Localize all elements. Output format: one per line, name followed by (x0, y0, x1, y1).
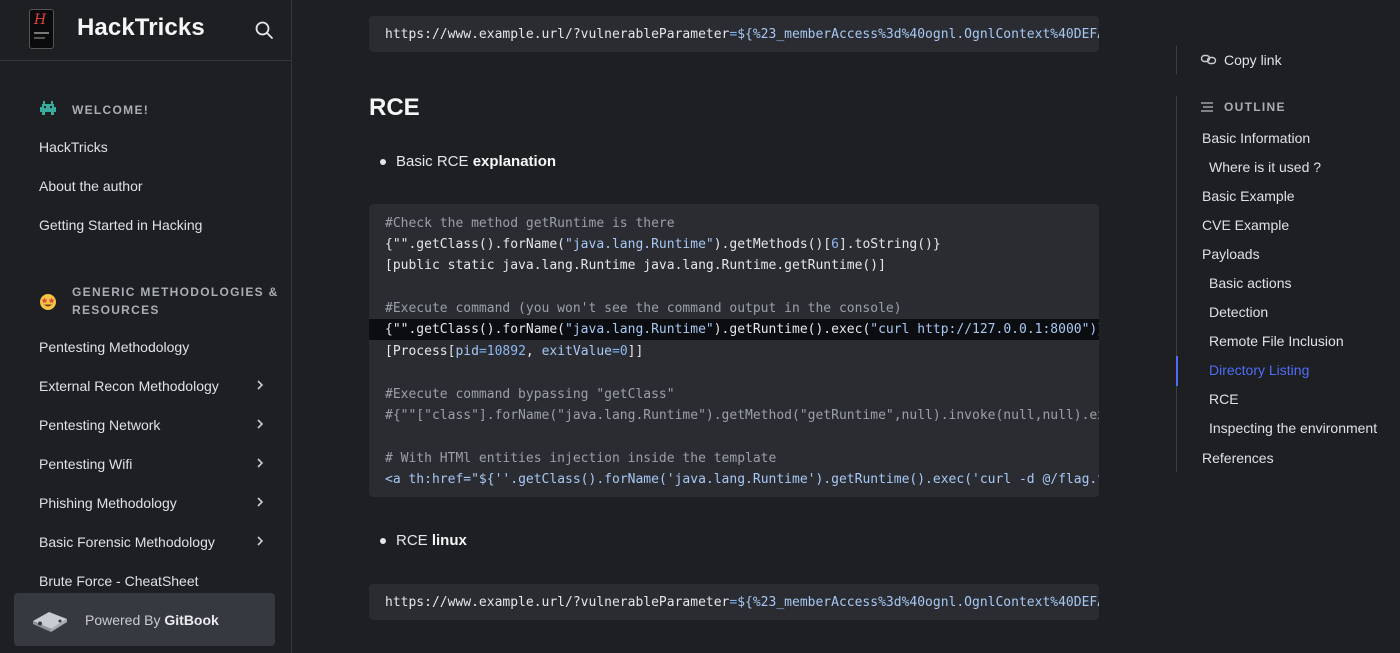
code-comment: #Execute command bypassing "getClass" (385, 387, 675, 402)
sidebar-item-pentesting-wifi[interactable]: Pentesting Wifi (39, 455, 271, 473)
outline-item-cve-example[interactable]: CVE Example (1202, 217, 1289, 233)
chevron-right-icon[interactable] (255, 378, 265, 392)
chevron-right-icon[interactable] (255, 495, 265, 509)
sidebar-item-label: Phishing Methodology (39, 495, 177, 511)
bullet-basic-rce: Basic RCE explanation (380, 153, 556, 170)
code-block-bottom[interactable]: https://www.example.url/?vulnerableParam… (369, 584, 1099, 620)
code-comment: #{""["class"].forName("java.lang.Runtime… (385, 408, 1099, 423)
code-line: {"".getClass().forName("java.lang.Runtim… (385, 237, 941, 252)
sidebar-item-label: Pentesting Wifi (39, 456, 133, 472)
outline-item-where-is-it-used[interactable]: Where is it used ? (1209, 159, 1321, 175)
brand-header: H HackTricks (0, 0, 291, 61)
sidebar-item-label: Brute Force - CheatSheet (39, 573, 199, 589)
sidebar-item-about-the-author[interactable]: About the author (39, 177, 271, 195)
outline-item-basic-information[interactable]: Basic Information (1202, 130, 1310, 146)
sidebar-item-basic-forensic[interactable]: Basic Forensic Methodology (39, 533, 271, 551)
chevron-right-icon[interactable] (255, 534, 265, 548)
link-icon (1200, 51, 1217, 71)
code-block-rce[interactable]: #Check the method getRuntime is there {"… (369, 204, 1099, 497)
site-logo-icon[interactable]: H (29, 9, 54, 49)
outline-track (1176, 96, 1177, 472)
code-line: https://www.example.url/?vulnerableParam… (385, 595, 1099, 610)
gitbook-icon (31, 607, 69, 638)
chevron-right-icon[interactable] (255, 417, 265, 431)
outline-item-basic-example[interactable]: Basic Example (1202, 188, 1295, 204)
outline-item-basic-actions[interactable]: Basic actions (1209, 275, 1291, 291)
list-icon (1200, 101, 1214, 116)
sidebar-item-pentesting-network[interactable]: Pentesting Network (39, 416, 271, 434)
alien-monster-icon (39, 101, 57, 122)
outline-item-directory-listing[interactable]: Directory Listing (1209, 362, 1309, 378)
outline-item-inspecting-the-environment[interactable]: Inspecting the environment (1209, 420, 1377, 436)
code-block-top[interactable]: https://www.example.url/?vulnerableParam… (369, 16, 1099, 52)
code-line: https://www.example.url/?vulnerableParam… (385, 27, 1099, 42)
sidebar-item-phishing-methodology[interactable]: Phishing Methodology (39, 494, 271, 512)
search-icon[interactable] (253, 19, 275, 41)
code-line: <a th:href="${''.getClass().forName('jav… (385, 472, 1099, 487)
outline-active-indicator (1176, 356, 1178, 386)
sidebar-item-label: Pentesting Network (39, 417, 161, 433)
outline-item-remote-file-inclusion[interactable]: Remote File Inclusion (1209, 333, 1344, 349)
code-comment: #Execute command (you won't see the comm… (385, 301, 902, 316)
powered-by-brand: GitBook (164, 612, 219, 628)
sidebar-item-label: Pentesting Methodology (39, 339, 190, 355)
powered-by-gitbook-button[interactable]: Powered By GitBook (14, 593, 275, 646)
sidebar-item-getting-started[interactable]: Getting Started in Hacking (39, 216, 271, 234)
powered-by-label: Powered By GitBook (85, 612, 219, 628)
outline-divider (1176, 46, 1177, 74)
code-comment: #Check the method getRuntime is there (385, 216, 675, 231)
code-line: [public static java.lang.Runtime java.la… (385, 258, 886, 273)
main-content: https://www.example.url/?vulnerableParam… (292, 0, 1172, 653)
nav-section-label: GENERIC METHODOLOGIES & (72, 285, 279, 299)
page-outline: Copy link OUTLINE Basic Information Wher… (1172, 0, 1400, 653)
nav-section-label: WELCOME! (72, 103, 150, 117)
chevron-right-icon[interactable] (255, 456, 265, 470)
code-line: {"".getClass().forName("java.lang.Runtim… (385, 322, 1099, 337)
outline-item-references[interactable]: References (1202, 450, 1274, 466)
bullet-rce-linux: RCE linux (380, 532, 467, 549)
sidebar-item-label: External Recon Methodology (39, 378, 219, 394)
sidebar-item-hacktricks[interactable]: HackTricks (39, 138, 271, 156)
nav-section-label-continued: RESOURCES (72, 303, 160, 317)
code-line: [Process[pid=10892, exitValue=0]] (385, 344, 644, 359)
section-heading-rce: RCE (369, 94, 420, 121)
outline-item-payloads[interactable]: Payloads (1202, 246, 1260, 262)
sidebar-item-pentesting-methodology[interactable]: Pentesting Methodology (39, 338, 271, 356)
sidebar-item-external-recon[interactable]: External Recon Methodology (39, 377, 271, 395)
sidebar-item-brute-force[interactable]: Brute Force - CheatSheet (39, 572, 271, 590)
copy-link-label: Copy link (1224, 52, 1282, 68)
sidebar: H HackTricks WELCOME! HackTricks About t… (0, 0, 292, 653)
sidebar-item-label: Basic Forensic Methodology (39, 534, 215, 550)
outline-item-detection[interactable]: Detection (1209, 304, 1268, 320)
code-comment: # With HTMl entities injection inside th… (385, 451, 777, 466)
outline-heading-label: OUTLINE (1224, 100, 1286, 114)
powered-by-prefix: Powered By (85, 612, 165, 628)
site-title[interactable]: HackTricks (77, 14, 205, 42)
outline-item-rce[interactable]: RCE (1209, 391, 1239, 407)
star-struck-icon (39, 293, 57, 316)
